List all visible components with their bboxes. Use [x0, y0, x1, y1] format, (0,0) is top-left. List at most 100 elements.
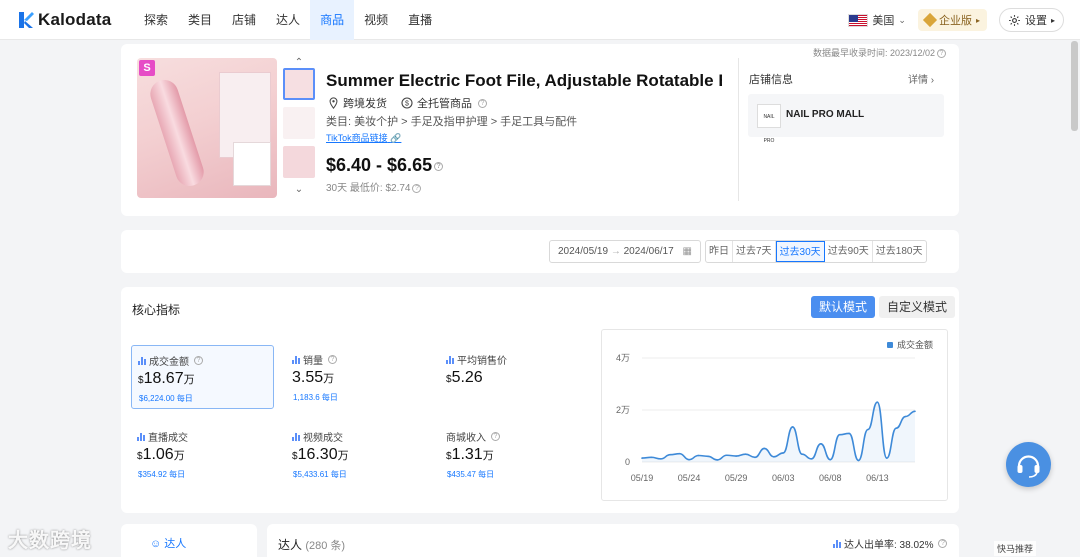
metrics-title: 核心指标	[132, 303, 181, 317]
help-icon[interactable]: ?	[328, 355, 337, 364]
thumbnail-3[interactable]	[283, 146, 315, 178]
chart-point	[904, 415, 907, 418]
logo[interactable]: Kalodata	[18, 10, 111, 30]
enterprise-button[interactable]: 企业版 ▸	[917, 9, 987, 31]
default-mode-tab[interactable]: 默认模式	[811, 296, 876, 318]
date-tab-1[interactable]: 过去7天	[733, 241, 776, 262]
help-icon[interactable]: ?	[478, 98, 487, 108]
nav-item-5[interactable]: 视频	[354, 0, 398, 40]
chart-point	[678, 452, 681, 455]
date-tab-2[interactable]: 过去30天	[775, 241, 825, 262]
shop-name: NAIL PRO MALL	[786, 109, 865, 120]
tiktok-product-link[interactable]: TikTok商品链接 🔗	[326, 131, 401, 144]
bar-chart-icon	[138, 356, 146, 365]
page-scrollbar[interactable]	[1071, 41, 1078, 131]
metric-label: 商城收入?	[446, 429, 500, 444]
talent-title: 达人 (280 条)	[278, 538, 346, 552]
settings-label: 设置	[1024, 15, 1047, 27]
sales-chart[interactable]: 4万 2万 005/19 05/24 05/29 06/03 06/08 06/13	[602, 330, 949, 502]
chart-y-tick: 4万	[616, 353, 630, 363]
thumbnail-2[interactable]	[283, 107, 315, 139]
help-icon[interactable]: ?	[937, 49, 946, 59]
corner-watermark: 快马推荐	[994, 541, 1037, 556]
talent-rate: 达人出单率: 38.02%?	[833, 536, 948, 551]
metric-daily: $5,433.61 每日	[293, 470, 347, 479]
date-preset-tabs: 昨日 过去7天 过去30天 过去90天 过去180天	[705, 240, 927, 263]
chart-point	[848, 432, 850, 435]
chart-point	[697, 454, 700, 457]
nav-item-1[interactable]: 类目	[178, 0, 222, 40]
chart-point	[641, 457, 643, 459]
svg-text:$: $	[405, 101, 409, 108]
chart-point	[867, 428, 869, 431]
chart-x-tick: 06/08	[819, 473, 842, 483]
chart-point	[772, 456, 775, 458]
metric-card[interactable]: 商城收入? $1.31万 $435.47 每日	[440, 422, 583, 486]
shop-detail-link[interactable]: 详情 ›	[908, 71, 934, 86]
help-icon[interactable]: ?	[412, 183, 422, 193]
bar-chart-icon	[292, 355, 300, 364]
metric-card[interactable]: 成交金额? $18.67万 $6,224.00 每日	[131, 345, 274, 409]
custom-mode-tab[interactable]: 自定义模式	[879, 296, 956, 318]
user-icon: ☺	[150, 538, 162, 550]
chevron-up-icon[interactable]: ⌃	[282, 58, 316, 68]
customer-service-button[interactable]	[1006, 442, 1051, 487]
help-icon[interactable]: ?	[434, 161, 444, 171]
language-label: 美国	[872, 15, 895, 27]
date-tab-0[interactable]: 昨日	[706, 241, 733, 262]
chart-point	[660, 458, 662, 460]
thumbnail-strip: ⌃ ⌄	[282, 58, 316, 195]
tag-full-managed: $ 全托管商品?	[401, 95, 487, 111]
shop-logo: NAIL PRO	[757, 104, 781, 144]
product-accessory-graphic	[233, 142, 271, 186]
date-tab-4[interactable]: 过去180天	[873, 241, 926, 262]
divider	[738, 58, 739, 201]
metric-card[interactable]: 视频成交 $16.30万 $5,433.61 每日	[286, 422, 429, 486]
caret-right-icon: ▸	[1050, 15, 1055, 25]
date-range-picker[interactable]: 2024/05/19 → 2024/06/17 ▦	[549, 240, 701, 263]
nav-item-3[interactable]: 达人	[266, 0, 310, 40]
metric-label: 平均销售价	[446, 352, 507, 367]
chart-point	[735, 455, 737, 457]
chevron-down-icon[interactable]: ⌄	[282, 185, 316, 195]
calendar-icon: ▦	[682, 246, 692, 257]
chart-y-tick: 0	[625, 457, 630, 467]
main-nav: 探索 类目 店铺 达人 商品 视频 直播	[134, 0, 442, 40]
chart-point	[707, 455, 709, 458]
chart-point	[782, 452, 785, 454]
metric-daily: $354.92 每日	[138, 470, 186, 479]
product-title: Summer Electric Foot File, Adjustable Ro…	[326, 71, 722, 90]
diamond-icon	[922, 12, 938, 28]
metric-card[interactable]: 直播成交 $1.06万 $354.92 每日	[131, 422, 274, 486]
top-right-controls: 美国 ⌄ 企业版 ▸ 设置 ▸	[848, 8, 1064, 32]
shop-card[interactable]: NAIL PRO NAIL PRO MALL	[748, 94, 944, 144]
lowest-price: 30天 最低价: $2.74?	[326, 179, 422, 194]
nav-item-4[interactable]: 商品	[310, 0, 355, 40]
nav-item-6[interactable]: 直播	[398, 0, 442, 40]
help-icon[interactable]: ?	[194, 356, 203, 365]
metric-daily: $435.47 每日	[447, 470, 495, 479]
metric-card[interactable]: 平均销售价 $5.26	[440, 345, 583, 409]
metric-value: $1.31万	[446, 446, 494, 463]
dollar-circle-icon: $	[401, 97, 413, 109]
chart-x-tick: 06/13	[866, 473, 889, 483]
chart-legend[interactable]: 成交金额	[887, 338, 933, 351]
language-selector[interactable]: 美国 ⌄	[848, 12, 906, 28]
help-icon[interactable]: ?	[938, 539, 948, 548]
thumbnail-1[interactable]	[283, 68, 315, 100]
settings-button[interactable]: 设置 ▸	[998, 8, 1064, 32]
metric-label: 视频成交	[292, 429, 343, 444]
metric-label: 销量?	[292, 352, 337, 367]
bar-chart-icon	[292, 432, 300, 441]
nav-item-0[interactable]: 探索	[134, 0, 178, 40]
legend-label: 成交金额	[897, 340, 934, 350]
bottom-left-panel	[121, 524, 257, 557]
help-icon[interactable]: ?	[491, 432, 500, 441]
date-tab-3[interactable]: 过去90天	[825, 241, 873, 262]
nav-item-2[interactable]: 店铺	[222, 0, 266, 40]
chart-point	[725, 454, 728, 457]
talent-side-tab[interactable]: ☺ 达人	[150, 535, 186, 551]
product-main-image[interactable]: S	[137, 58, 277, 198]
legend-swatch	[887, 341, 893, 348]
metric-card[interactable]: 销量? 3.55万 1,183.6 每日	[286, 345, 429, 409]
